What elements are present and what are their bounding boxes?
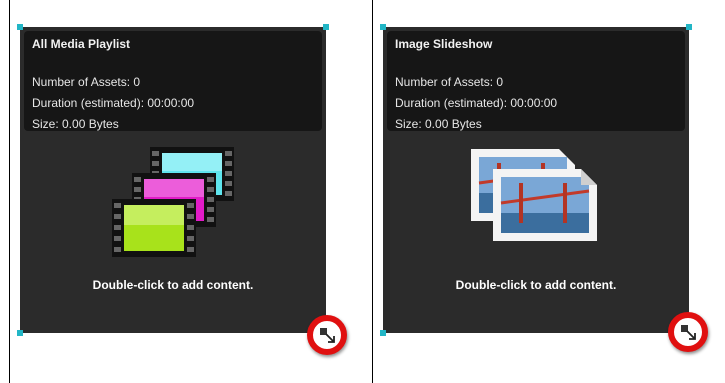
film-strips-icon [110, 145, 238, 264]
widget-title: All Media Playlist [32, 37, 131, 51]
resize-handle-bottom-left[interactable] [380, 330, 386, 336]
resize-handle-top-right[interactable] [323, 24, 329, 30]
resize-arrow-icon [679, 323, 697, 341]
size: Size: 0.00 Bytes [395, 117, 482, 131]
all-media-playlist-widget[interactable]: All Media Playlist Number of Assets: 0 D… [20, 27, 326, 333]
image-slideshow-widget[interactable]: Image Slideshow Number of Assets: 0 Dura… [383, 27, 689, 333]
widget-title: Image Slideshow [395, 37, 493, 51]
asset-count: Number of Assets: 0 [32, 75, 141, 89]
resize-corner-button[interactable] [307, 315, 347, 355]
asset-count: Number of Assets: 0 [395, 75, 504, 89]
widget-info-panel: Image Slideshow Number of Assets: 0 Dura… [387, 31, 685, 131]
photo-stack-icon [469, 145, 605, 264]
divider-left [9, 0, 10, 383]
divider-middle [372, 0, 373, 383]
resize-corner-button[interactable] [668, 312, 708, 352]
size: Size: 0.00 Bytes [32, 117, 119, 131]
resize-handle-bottom-left[interactable] [17, 330, 23, 336]
duration: Duration (estimated): 00:00:00 [395, 96, 558, 110]
resize-arrow-icon [318, 326, 336, 344]
add-content-hint: Double-click to add content. [455, 278, 617, 292]
resize-handle-top-right[interactable] [686, 24, 692, 30]
resize-handle-top-left[interactable] [17, 24, 23, 30]
duration: Duration (estimated): 00:00:00 [32, 96, 195, 110]
widget-info-panel: All Media Playlist Number of Assets: 0 D… [24, 31, 322, 131]
add-content-hint: Double-click to add content. [92, 278, 254, 292]
resize-handle-top-left[interactable] [380, 24, 386, 30]
